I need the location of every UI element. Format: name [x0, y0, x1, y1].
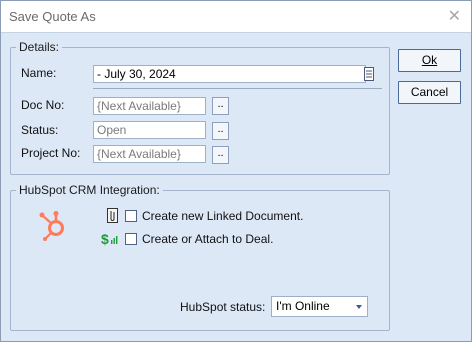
chevron-down-icon	[356, 305, 362, 309]
name-label: Name:	[21, 66, 57, 80]
dollar-icon: $	[100, 231, 118, 250]
details-group: Details: Name: - July 30, 2024 Doc No: {…	[10, 40, 390, 175]
name-input[interactable]: - July 30, 2024	[93, 65, 366, 83]
hubspot-group-label: HubSpot CRM Integration:	[16, 183, 163, 197]
project-no-browse-button[interactable]: ..	[212, 146, 229, 164]
create-attach-deal-label[interactable]: Create or Attach to Deal.	[142, 232, 273, 246]
hubspot-status-select[interactable]: I'm Online	[271, 296, 368, 317]
doc-no-field[interactable]: {Next Available}	[93, 97, 206, 115]
ok-button[interactable]: Ok	[398, 49, 461, 72]
project-no-field[interactable]: {Next Available}	[93, 145, 206, 163]
project-no-label: Project No:	[21, 146, 81, 160]
doc-no-browse-button[interactable]: ..	[212, 97, 229, 115]
cancel-button[interactable]: Cancel	[398, 81, 461, 104]
status-field[interactable]: Open	[93, 121, 206, 139]
hubspot-status-label: HubSpot status:	[180, 300, 266, 314]
doc-no-label: Doc No:	[21, 98, 65, 112]
create-linked-document-label[interactable]: Create new Linked Document.	[142, 209, 303, 223]
details-group-label: Details:	[16, 40, 63, 54]
title-bar: Save Quote As ✕	[1, 1, 471, 33]
svg-text:$: $	[101, 231, 109, 247]
cancel-button-label: Cancel	[410, 85, 449, 99]
close-icon[interactable]: ✕	[448, 6, 461, 26]
create-linked-document-checkbox[interactable]	[125, 210, 137, 222]
list-icon[interactable]	[364, 67, 374, 84]
paperclip-document-icon	[105, 208, 119, 227]
status-label: Status:	[21, 123, 59, 137]
ok-button-label: Ok	[421, 53, 438, 67]
hubspot-group: HubSpot CRM Integration: Create new Link…	[10, 183, 390, 331]
status-browse-button[interactable]: ..	[212, 122, 229, 140]
hubspot-status-value: I'm Online	[276, 299, 330, 313]
create-attach-deal-checkbox[interactable]	[125, 233, 137, 245]
save-quote-dialog: Save Quote As ✕ Details: Name: - July 30…	[0, 0, 472, 342]
hubspot-logo-icon	[37, 209, 69, 244]
name-underline	[93, 88, 382, 89]
window-title: Save Quote As	[9, 9, 96, 24]
